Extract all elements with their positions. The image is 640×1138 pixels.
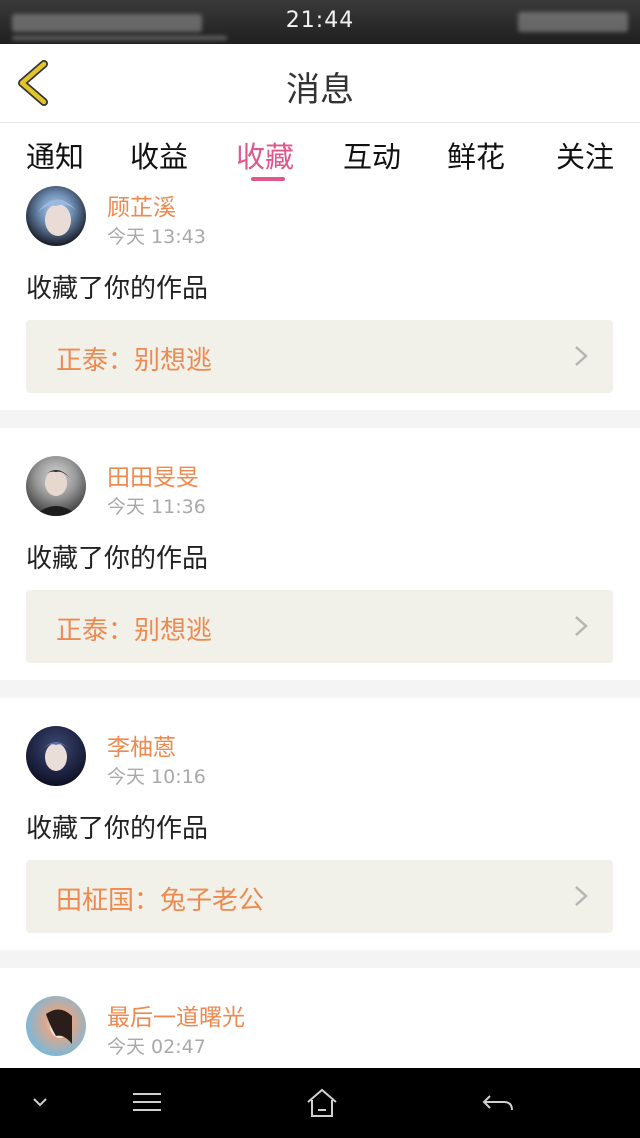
tab-following[interactable]: 关注: [556, 134, 614, 176]
work-link[interactable]: 田柾国：兔子老公: [26, 860, 613, 933]
tab-earnings[interactable]: 收益: [130, 134, 188, 176]
timestamp: 今天 02:47: [107, 1036, 206, 1058]
chevron-right-icon: [575, 886, 588, 906]
notification-item: 李柚蒽 今天 10:16 收藏了你的作品 田柾国：兔子老公: [0, 698, 640, 950]
menu-button[interactable]: [127, 1086, 167, 1120]
status-underline-blurred: [12, 36, 227, 40]
work-title: 正泰：别想逃: [56, 616, 213, 646]
active-tab-indicator: [251, 177, 285, 181]
notification-list[interactable]: 顾芷溪 今天 13:43 收藏了你的作品 正泰：别想逃 田田旻旻 今天 11:3…: [0, 182, 640, 1068]
work-link[interactable]: 正泰：别想逃: [26, 320, 613, 393]
page-title: 消息: [286, 70, 354, 110]
tab-notifications[interactable]: 通知: [26, 134, 84, 176]
timestamp: 今天 11:36: [107, 496, 206, 518]
back-arrow-icon: [482, 1095, 513, 1111]
chevron-right-icon: [575, 616, 588, 636]
timestamp: 今天 13:43: [107, 226, 206, 248]
action-text: 收藏了你的作品: [26, 544, 209, 574]
header: 消息: [0, 44, 640, 123]
tab-interactions[interactable]: 互动: [343, 134, 401, 176]
tab-bar: 通知 收益 收藏 互动 鲜花 关注: [0, 124, 640, 182]
avatar[interactable]: [26, 726, 86, 786]
username[interactable]: 最后一道曙光: [107, 998, 245, 1032]
notification-item: 最后一道曙光 今天 02:47: [0, 968, 640, 1068]
avatar-portrait: [34, 470, 78, 516]
collapse-button[interactable]: [20, 1086, 60, 1120]
home-icon: [307, 1088, 337, 1117]
status-bar: 21:44: [0, 0, 640, 44]
notification-item: 顾芷溪 今天 13:43 收藏了你的作品 正泰：别想逃: [0, 182, 640, 410]
avatar-portrait: [38, 199, 76, 236]
tab-flowers[interactable]: 鲜花: [447, 134, 505, 176]
notification-item: 田田旻旻 今天 11:36 收藏了你的作品 正泰：别想逃: [0, 428, 640, 680]
avatar-portrait: [40, 742, 72, 771]
home-button[interactable]: [302, 1086, 342, 1120]
menu-icon: [133, 1093, 161, 1111]
back-nav-button[interactable]: [478, 1086, 518, 1120]
tab-favorites[interactable]: 收藏: [236, 134, 294, 176]
system-navigation-bar: [0, 1068, 640, 1138]
username[interactable]: 李柚蒽: [107, 728, 176, 762]
action-text: 收藏了你的作品: [26, 274, 209, 304]
timestamp: 今天 10:16: [107, 766, 206, 788]
username[interactable]: 顾芷溪: [107, 188, 176, 222]
username[interactable]: 田田旻旻: [107, 458, 199, 492]
work-title: 正泰：别想逃: [56, 346, 213, 376]
work-title: 田柾国：兔子老公: [56, 886, 265, 916]
chevron-down-icon: [33, 1098, 47, 1107]
action-text: 收藏了你的作品: [26, 814, 209, 844]
avatar[interactable]: [26, 456, 86, 516]
avatar[interactable]: [26, 186, 86, 246]
avatar[interactable]: [26, 996, 86, 1056]
work-link[interactable]: 正泰：别想逃: [26, 590, 613, 663]
status-right-blurred: [518, 12, 628, 32]
chevron-right-icon: [575, 346, 588, 366]
avatar-portrait: [46, 1009, 72, 1044]
